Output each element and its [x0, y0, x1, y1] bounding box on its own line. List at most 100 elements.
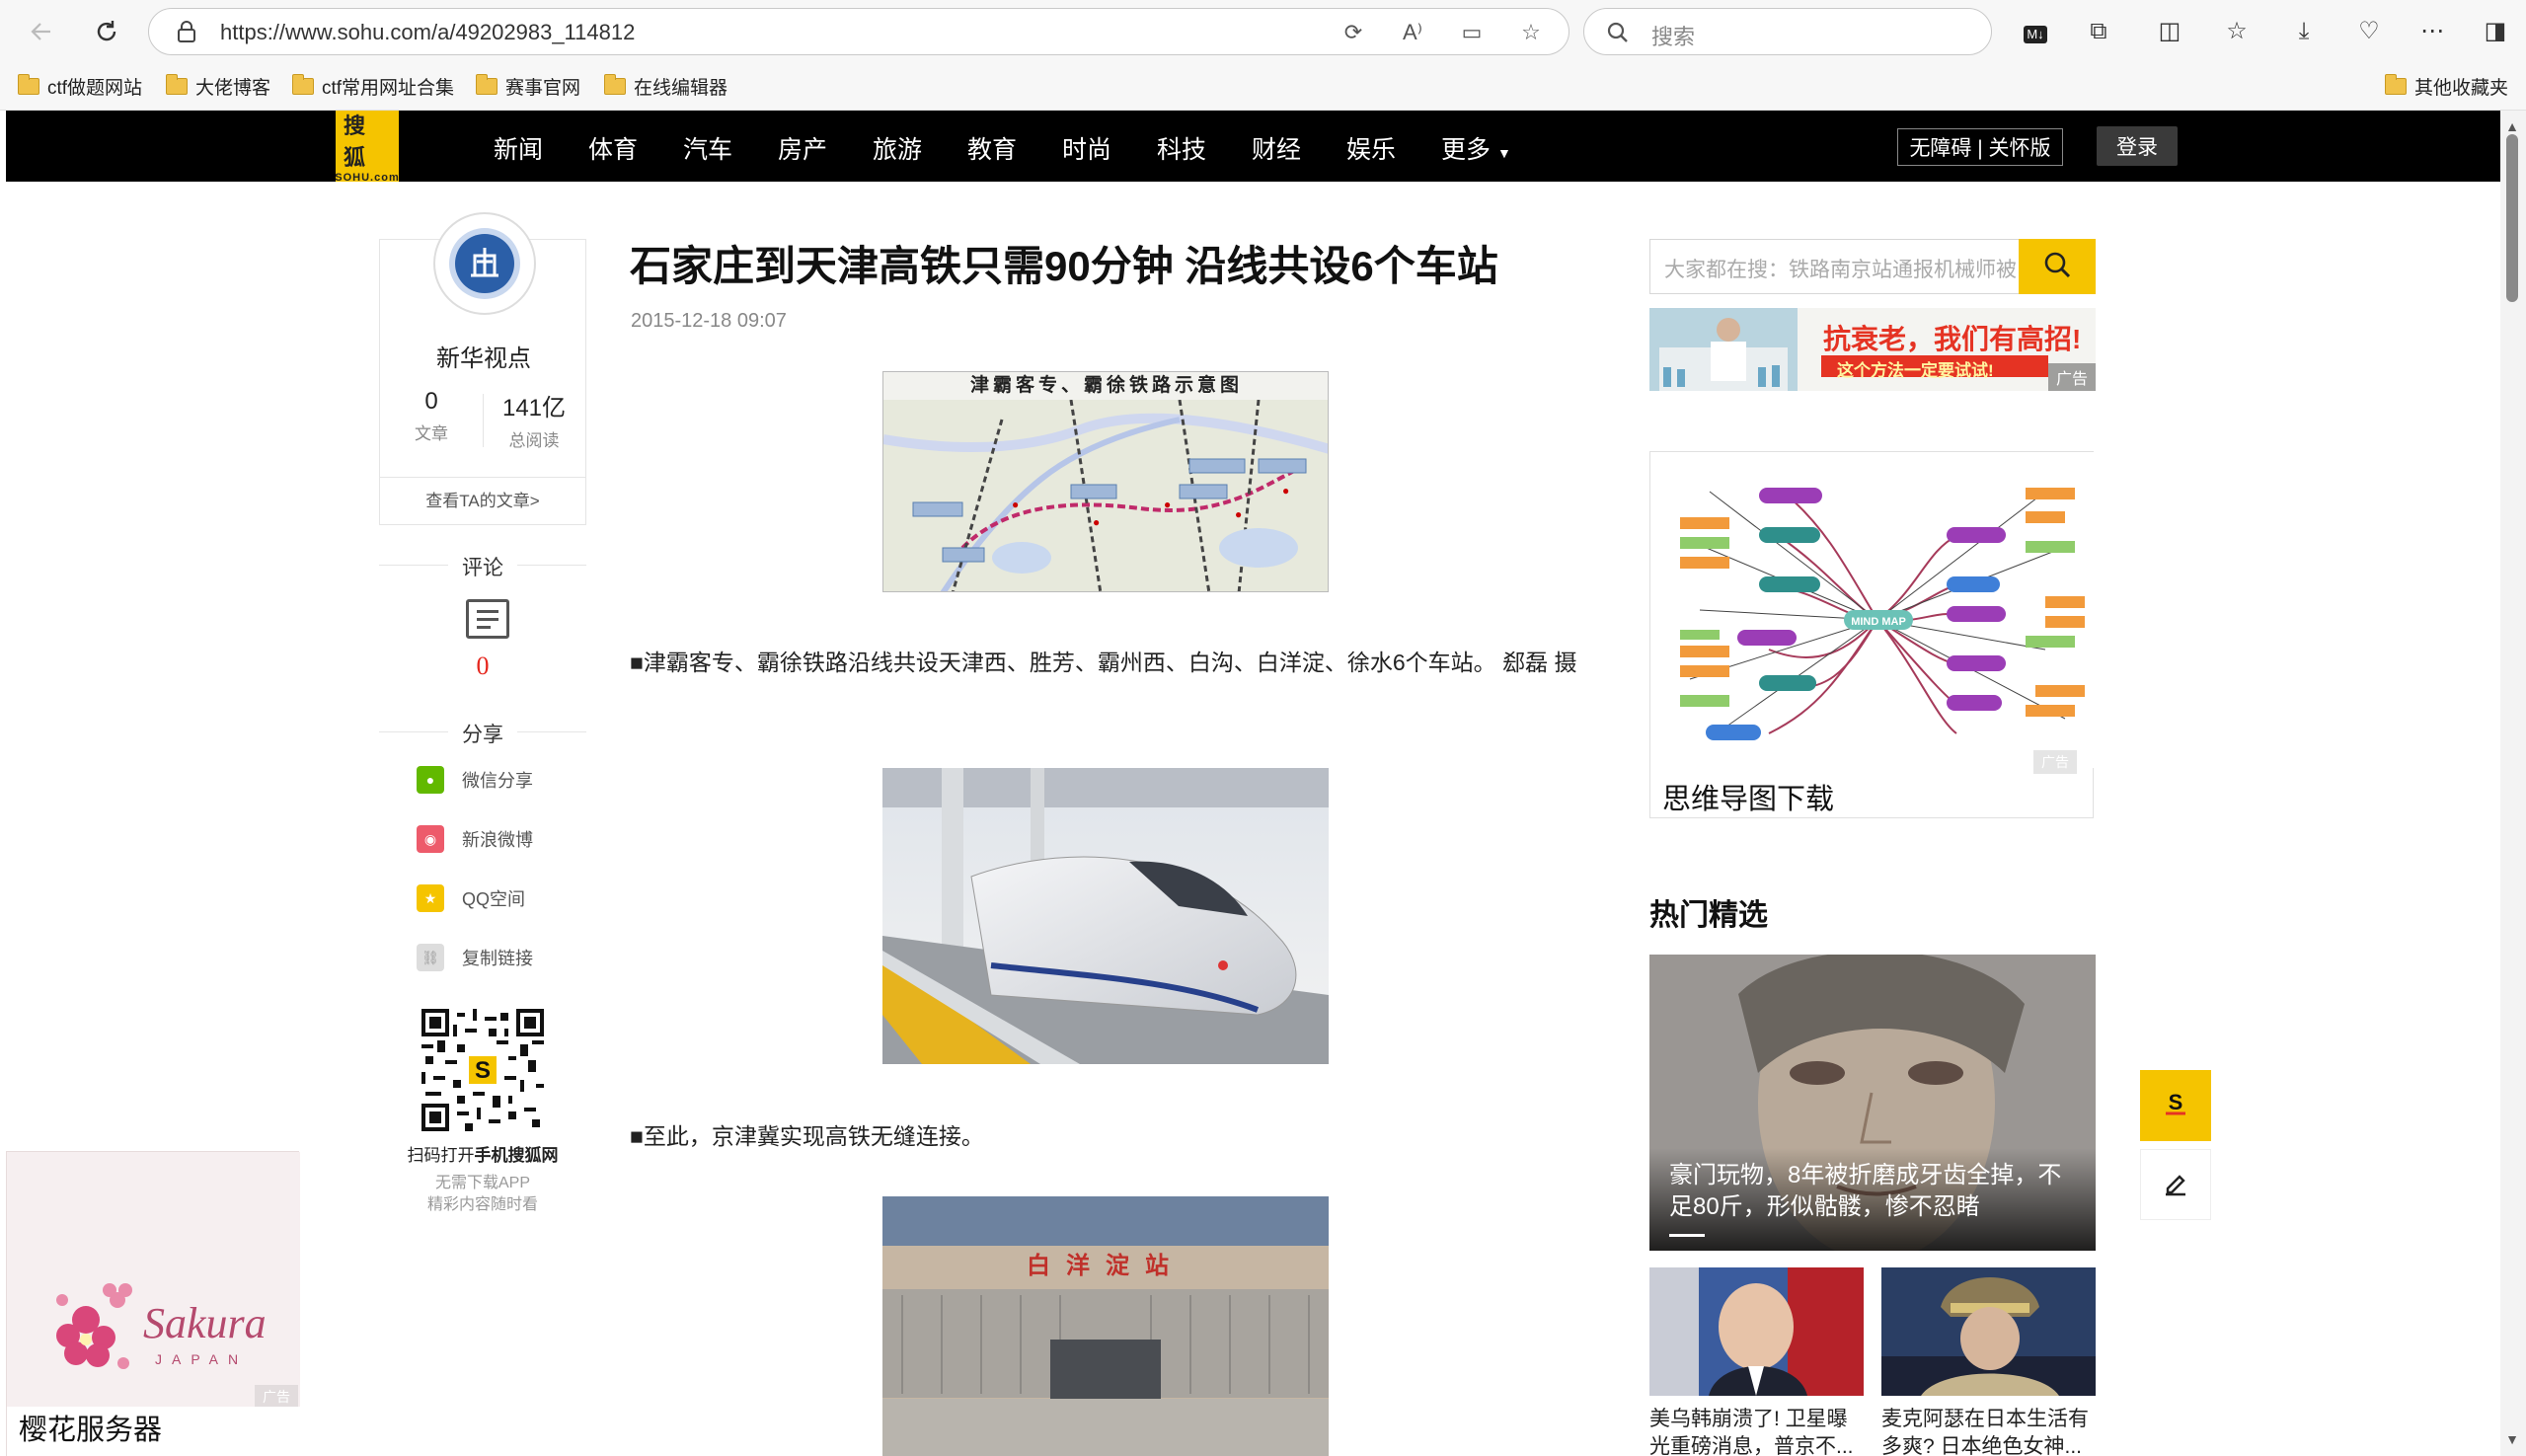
bookmark-folder[interactable]: ctf做题网站	[18, 71, 142, 101]
sakura-ad-title[interactable]: 樱花服务器	[7, 1407, 300, 1456]
anti-aging-ad[interactable]: 抗衰老，我们有高招! 这个方法一定要试试! 广告	[1649, 308, 2096, 391]
nav-link[interactable]: 汽车	[683, 130, 732, 166]
route-map-image[interactable]: 津霸客专、霸徐铁路示意图 ● ● ● ● ●	[882, 371, 1329, 592]
search-icon	[1606, 21, 1630, 49]
lock-icon[interactable]	[177, 21, 196, 42]
station-image[interactable]: 白洋淀站	[882, 1196, 1329, 1456]
article-paragraph: ■津霸客专、霸徐铁路沿线共设天津西、胜芳、霸州西、白沟、白洋淀、徐水6个车站。 …	[630, 650, 1577, 675]
author-name[interactable]: 新华视点	[380, 339, 587, 373]
share-section-title: 分享	[379, 719, 586, 748]
ad-label: 广告	[2047, 363, 2096, 391]
other-bookmarks[interactable]: 其他收藏夹	[2385, 71, 2508, 101]
share-weibo[interactable]: ◉ 新浪微博	[417, 823, 533, 855]
refresh-icon[interactable]	[89, 14, 124, 49]
bookmark-folder[interactable]: 大佬博客	[166, 71, 270, 101]
extensions-icon[interactable]: ⧉	[2083, 16, 2114, 47]
qr-caption: 扫码打开手机搜狐网	[407, 1146, 559, 1165]
svg-text:●: ●	[1093, 515, 1100, 529]
comment-icon[interactable]	[466, 599, 509, 639]
nav-link[interactable]: 旅游	[873, 130, 922, 166]
refresh-page-icon[interactable]: ⟳	[1340, 19, 1367, 46]
ad-label: 广告	[255, 1385, 298, 1409]
favorites-icon[interactable]: ☆	[2221, 16, 2253, 47]
train-image[interactable]	[882, 768, 1329, 1064]
site-search-button[interactable]	[2019, 239, 2096, 294]
hot-main-card[interactable]: 豪门玩物，8年被折磨成牙齿全掉，不足80斤，形似骷髅，惨不忍睹	[1649, 955, 2096, 1251]
bookmark-folder[interactable]: 在线编辑器	[604, 71, 727, 101]
sakura-server-ad[interactable]: Sakura JAPAN 广告 樱花服务器	[6, 1151, 300, 1456]
scroll-down-arrow-icon[interactable]: ▼	[2504, 1431, 2520, 1447]
qr-subcaption: 精彩内容随时看	[426, 1196, 538, 1213]
hot-small-title[interactable]: 麦克阿瑟在日本生活有多爽? 日本绝色女神...	[1881, 1406, 2096, 1456]
scroll-up-arrow-icon[interactable]: ▲	[2504, 118, 2520, 134]
share-wechat[interactable]: ● 微信分享	[417, 764, 533, 796]
downloads-icon[interactable]: ⤓	[2288, 16, 2320, 47]
page-scrollbar[interactable]	[2500, 111, 2526, 1456]
weibo-icon: ◉	[417, 825, 444, 853]
svg-text:●: ●	[1164, 498, 1171, 511]
page-viewport: 搜狐 SOHU.com 新闻 体育 汽车 房产 旅游 教育 时尚 科技 财经 娱…	[6, 111, 2500, 1456]
accessibility-button[interactable]: 无障碍 | 关怀版	[1897, 128, 2063, 166]
hot-small-image[interactable]	[1649, 1267, 1864, 1396]
site-search[interactable]: 大家都在搜：铁路南京站通报机械师被	[1649, 239, 2096, 294]
nav-link[interactable]: 科技	[1157, 130, 1206, 166]
markdown-extension-icon[interactable]: M↓	[2020, 16, 2051, 47]
link-icon: ⛓	[417, 944, 444, 971]
back-icon[interactable]	[24, 14, 59, 49]
browser-essentials-icon[interactable]: ♡	[2353, 16, 2385, 47]
ad-label: 广告	[2033, 750, 2077, 774]
sidebar-toggle-icon[interactable]: ◨	[2480, 16, 2511, 47]
more-menu-icon[interactable]: ⋯	[2416, 16, 2448, 47]
site-search-input[interactable]: 大家都在搜：铁路南京站通报机械师被	[1664, 254, 2022, 283]
folder-icon	[166, 73, 188, 95]
share-qzone[interactable]: ★ QQ空间	[417, 882, 525, 914]
address-bar[interactable]: https://www.sohu.com/a/49202983_114812 ⟳…	[148, 8, 1569, 55]
nav-link[interactable]: 体育	[588, 130, 638, 166]
nav-more-link[interactable]: 更多 ▼	[1441, 130, 1511, 166]
article-title: 石家庄到天津高铁只需90分钟 沿线共设6个车站	[630, 243, 1498, 289]
login-button[interactable]: 登录	[2097, 126, 2178, 166]
sohu-app-float-button[interactable]: S	[2140, 1070, 2211, 1141]
split-screen-icon[interactable]: ◫	[2154, 16, 2185, 47]
folder-icon	[292, 73, 314, 95]
bookmark-folder[interactable]: ctf常用网址合集	[292, 71, 454, 101]
reader-view-icon[interactable]: ▭	[1458, 19, 1486, 46]
read-aloud-icon[interactable]: A⁾	[1399, 19, 1426, 46]
mindmap-center-label: MIND MAP	[1851, 616, 1906, 628]
svg-text:S: S	[2169, 1090, 2183, 1114]
sohu-s-icon: S	[2160, 1088, 2191, 1124]
nav-link[interactable]: 房产	[778, 130, 827, 166]
browser-toolbar: https://www.sohu.com/a/49202983_114812 ⟳…	[0, 0, 2526, 61]
folder-icon	[476, 73, 498, 95]
share-copy-link[interactable]: ⛓ 复制链接	[417, 942, 533, 973]
nav-link[interactable]: 财经	[1252, 130, 1301, 166]
folder-icon	[18, 73, 39, 95]
hot-main-caption[interactable]: 豪门玩物，8年被折磨成牙齿全掉，不足80斤，形似骷髅，惨不忍睹	[1649, 1148, 2096, 1251]
scrollbar-thumb[interactable]	[2506, 134, 2518, 302]
sakura-brand: Sakura	[143, 1299, 267, 1347]
nav-link[interactable]: 新闻	[494, 130, 543, 166]
search-icon	[2042, 250, 2072, 284]
favorite-star-icon[interactable]: ☆	[1517, 19, 1545, 46]
sakura-sub: JAPAN	[155, 1351, 249, 1367]
nav-link[interactable]: 时尚	[1062, 130, 1111, 166]
svg-text:●: ●	[1012, 498, 1019, 511]
hot-small-image[interactable]	[1881, 1267, 2096, 1396]
read-count: 141亿 总阅读	[501, 395, 567, 450]
browser-search-bar[interactable]: 搜索	[1583, 8, 1992, 55]
mindmap-ad-title[interactable]: 思维导图下载	[1662, 776, 1834, 817]
bookmark-folder[interactable]: 赛事官网	[476, 71, 580, 101]
wechat-icon: ●	[417, 766, 444, 794]
comment-count[interactable]: 0	[379, 651, 586, 681]
url-text[interactable]: https://www.sohu.com/a/49202983_114812	[220, 20, 635, 45]
nav-link[interactable]: 教育	[967, 130, 1017, 166]
nav-link[interactable]: 娱乐	[1346, 130, 1396, 166]
write-float-button[interactable]	[2140, 1149, 2211, 1220]
avatar[interactable]	[433, 212, 536, 315]
mindmap-ad-card[interactable]: MIND MAP 广告 思维导图下载	[1649, 451, 2095, 818]
view-author-articles-link[interactable]: 查看TA的文章>	[380, 477, 585, 524]
hot-small-title[interactable]: 美乌韩崩溃了! 卫星曝光重磅消息，普京不...	[1649, 1406, 1864, 1456]
svg-text:●: ●	[1235, 507, 1242, 521]
sohu-logo[interactable]: 搜狐 SOHU.com	[335, 111, 399, 184]
ad-subheadline: 这个方法一定要试试!	[1837, 361, 1994, 380]
